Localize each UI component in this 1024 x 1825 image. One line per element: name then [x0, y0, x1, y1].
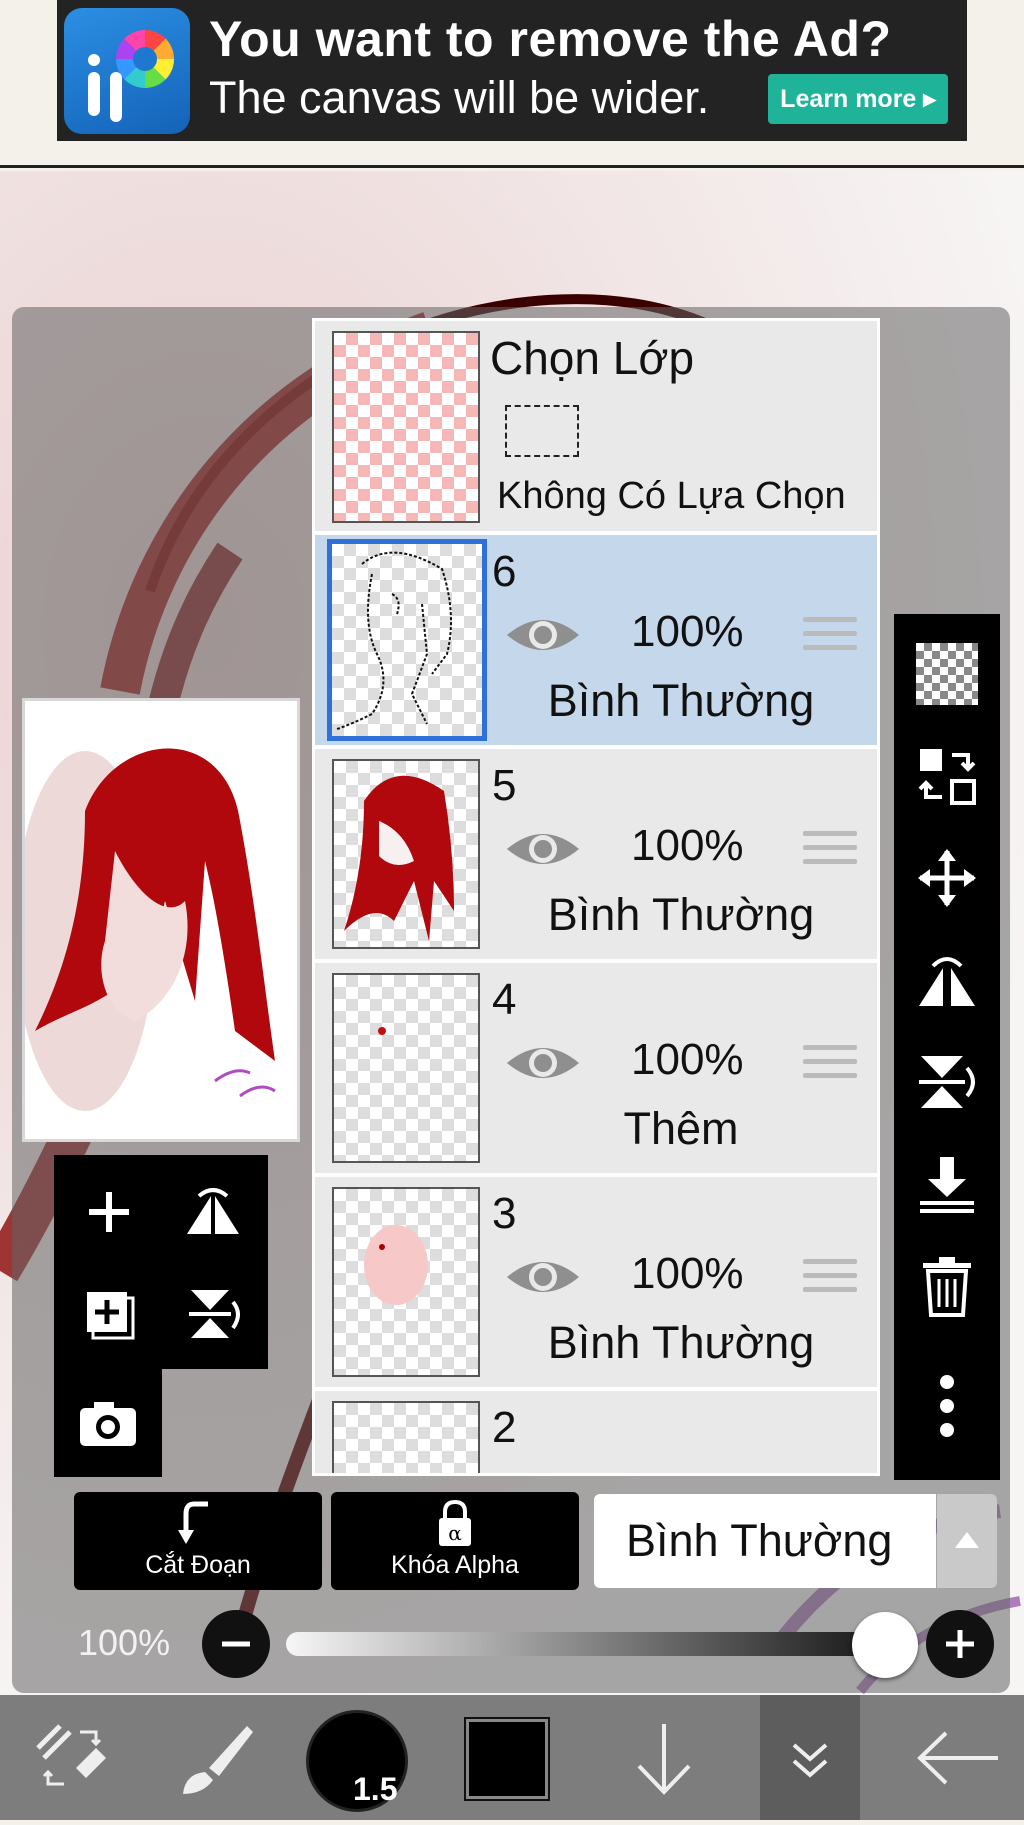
ad-title: You want to remove the Ad?: [209, 11, 892, 67]
drag-handle-icon[interactable]: [803, 1259, 857, 1299]
flip-h-icon[interactable]: [168, 1167, 258, 1257]
layer-blend-mode: Bình Thường: [547, 675, 815, 726]
opacity-slider-knob[interactable]: [852, 1612, 918, 1678]
clipping-label: Cắt Đoạn: [145, 1551, 251, 1579]
layer-thumbnail-2: [332, 1401, 480, 1473]
selection-layer-thumbnail: [332, 331, 480, 523]
selection-layer-title: Chọn Lớp: [490, 332, 695, 384]
layer-opacity: 100%: [631, 1035, 744, 1084]
selection-layer-row[interactable]: Chọn Lớp Không Có Lựa Chọn: [315, 321, 877, 533]
layer-thumbnail-5: [332, 759, 480, 949]
layer-number: 2: [492, 1403, 517, 1452]
ad-banner[interactable]: You want to remove the Ad? The canvas wi…: [57, 0, 967, 141]
layer-thumbnail-4: [332, 973, 480, 1163]
opacity-slider[interactable]: [286, 1632, 890, 1656]
layer-list[interactable]: Chọn Lớp Không Có Lựa Chọn 6 100% Bình T…: [312, 318, 880, 1476]
layer-tools-panel: [54, 1155, 268, 1369]
learn-more-button[interactable]: Learn more ▸: [768, 74, 948, 124]
clipping-arrow-icon: [178, 1501, 208, 1544]
duplicate-layer-icon[interactable]: [64, 1269, 154, 1359]
drag-handle-icon[interactable]: [803, 831, 857, 871]
brush-icon[interactable]: [165, 1695, 265, 1820]
alpha-lock-label: Khóa Alpha: [391, 1551, 519, 1579]
flip-vertical-icon[interactable]: [907, 1042, 987, 1122]
flip-horizontal-icon[interactable]: [907, 940, 987, 1020]
layer-opacity: 100%: [631, 607, 744, 656]
ad-subtitle: The canvas will be wider.: [209, 72, 710, 123]
layer-actions-toolbar: [894, 614, 1000, 1480]
opacity-increase-button[interactable]: [926, 1610, 994, 1678]
alpha-lock-icon: α: [439, 1500, 471, 1546]
layer-opacity: 100%: [631, 1249, 744, 1298]
brush-size-button[interactable]: 1.5: [306, 1710, 408, 1812]
color-swatch[interactable]: [464, 1717, 550, 1801]
blend-mode-select[interactable]: Bình Thường: [594, 1494, 936, 1588]
layer-row-4[interactable]: 4 100% Thêm: [315, 963, 877, 1175]
visibility-eye-icon[interactable]: [505, 825, 581, 873]
svg-text:α: α: [448, 1521, 462, 1545]
clipping-button[interactable]: Cắt Đoạn: [74, 1492, 322, 1590]
opacity-decrease-button[interactable]: [202, 1610, 270, 1678]
drag-handle-icon[interactable]: [803, 617, 857, 657]
back-arrow-icon[interactable]: [904, 1695, 1014, 1820]
layer-blend-mode: Thêm: [623, 1103, 739, 1154]
down-arrow-icon[interactable]: [614, 1695, 714, 1820]
bottom-toolbar: 1.5: [0, 1695, 1024, 1820]
layer-row-2[interactable]: 2: [315, 1391, 877, 1473]
visibility-eye-icon[interactable]: [505, 611, 581, 659]
layer-blend-mode: Bình Thường: [547, 889, 815, 940]
layers-button[interactable]: [760, 1695, 860, 1820]
layer-number: 3: [492, 1189, 517, 1238]
blend-mode-arrow-icon[interactable]: [937, 1494, 997, 1588]
flip-v-icon[interactable]: [168, 1269, 258, 1359]
layer-row-6[interactable]: 6 100% Bình Thường: [315, 535, 877, 747]
camera-panel: [54, 1369, 162, 1477]
layer-row-5[interactable]: 5 100% Bình Thường: [315, 749, 877, 961]
camera-icon[interactable]: [63, 1378, 153, 1468]
preview-artwork: [25, 701, 297, 1139]
merge-down-icon[interactable]: [907, 1144, 987, 1224]
selection-status: Không Có Lựa Chọn: [497, 475, 846, 517]
transparent-layer-icon[interactable]: [907, 634, 987, 714]
layer-number: 5: [492, 761, 517, 810]
visibility-eye-icon[interactable]: [505, 1039, 581, 1087]
layer-thumbnail-6: [327, 539, 487, 741]
layer-blend-mode: Bình Thường: [547, 1317, 815, 1368]
selection-marquee-icon: [505, 405, 579, 457]
layer-row-3[interactable]: 3 100% Bình Thường: [315, 1177, 877, 1389]
layer-number: 4: [492, 975, 517, 1024]
layer-opacity: 100%: [631, 821, 744, 870]
move-icon[interactable]: [907, 838, 987, 918]
ad-strip: You want to remove the Ad? The canvas wi…: [0, 0, 1024, 168]
more-vertical-icon[interactable]: [907, 1366, 987, 1446]
canvas-preview[interactable]: [22, 698, 300, 1142]
ibispaint-logo: [64, 8, 190, 134]
trash-icon[interactable]: [907, 1246, 987, 1326]
tool-switch-icon[interactable]: [20, 1695, 120, 1820]
layer-number: 6: [492, 547, 517, 596]
visibility-eye-icon[interactable]: [505, 1253, 581, 1301]
alpha-lock-button[interactable]: α Khóa Alpha: [331, 1492, 579, 1590]
add-layer-icon[interactable]: [64, 1167, 154, 1257]
brush-size-value: 1.5: [353, 1771, 398, 1807]
layer-thumbnail-3: [332, 1187, 480, 1377]
opacity-value: 100%: [78, 1622, 171, 1663]
drag-handle-icon[interactable]: [803, 1045, 857, 1085]
swap-layer-icon[interactable]: [907, 736, 987, 816]
